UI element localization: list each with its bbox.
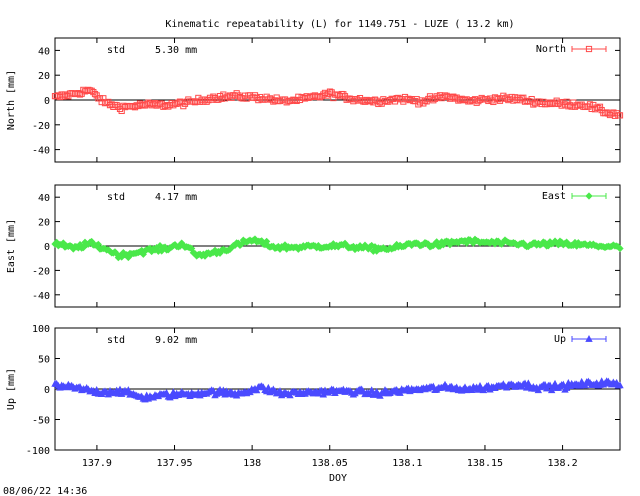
- y-tick-label: -20: [32, 121, 50, 132]
- y-tick-label: 0: [44, 96, 50, 107]
- x-tick-label: 138.15: [467, 458, 503, 469]
- x-tick-label: 138.1: [392, 458, 422, 469]
- y-axis-label: North [mm]: [6, 70, 17, 130]
- x-tick-label: 138.2: [548, 458, 578, 469]
- y-tick-label: 40: [38, 193, 50, 204]
- x-tick-label: 138: [243, 458, 261, 469]
- panels: 40 20 0 -20 -40 North [mm] std 5.30 mm North 40 20…: [6, 37, 624, 469]
- y-tick-label: 100: [32, 324, 50, 335]
- x-tick-label: 137.9: [82, 458, 112, 469]
- panel-north: 40 20 0 -20 -40 North [mm] std 5.30 mm North: [6, 37, 624, 163]
- data-point: [276, 97, 284, 105]
- y-tick-label: -100: [26, 446, 50, 457]
- legend-label: East: [542, 191, 566, 202]
- std-value: 4.17 mm: [155, 192, 197, 203]
- y-tick-label: -40: [32, 146, 50, 157]
- data-point: [475, 98, 482, 105]
- legend-marker: [585, 192, 593, 200]
- legend-label: North: [536, 44, 566, 55]
- data-point: [340, 91, 347, 98]
- std-value: 5.30 mm: [155, 45, 197, 56]
- y-tick-label: 20: [38, 218, 50, 229]
- legend-label: Up: [554, 334, 566, 345]
- data-point: [170, 102, 177, 109]
- data-point: [113, 102, 120, 109]
- y-tick-label: 0: [44, 385, 50, 396]
- panel-up: 100 50 0 -50 -100 137.9 137.95 138 138.05 138.1 13…: [6, 324, 624, 469]
- std-label: std: [107, 335, 125, 346]
- y-tick-label: 0: [44, 242, 50, 253]
- data-point: [351, 96, 359, 103]
- std-label: std: [107, 45, 125, 56]
- data-point: [555, 100, 562, 108]
- y-tick-label: 20: [38, 71, 50, 82]
- std-label: std: [107, 192, 125, 203]
- x-tick-label: 137.95: [156, 458, 192, 469]
- data-point: [415, 101, 422, 108]
- std-value: 9.02 mm: [155, 335, 197, 346]
- y-tick-label: 50: [38, 355, 50, 366]
- repeatability-chart: Kinematic repeatability (L) for 1149.751…: [3, 19, 624, 496]
- data-point: [411, 98, 419, 105]
- y-axis-label: East [mm]: [6, 219, 17, 273]
- panel-east: 40 20 0 -20 -40 East [mm] std 4.17 mm East: [6, 184, 624, 308]
- y-tick-label: -40: [32, 291, 50, 302]
- chart-title: Kinematic repeatability (L) for 1149.751…: [165, 19, 514, 30]
- y-tick-label: -20: [32, 266, 50, 277]
- y-axis-label: Up [mm]: [6, 368, 17, 410]
- x-tick-label: 138.05: [312, 458, 348, 469]
- data-point: [413, 96, 420, 103]
- timestamp: 08/06/22 14:36: [3, 486, 87, 496]
- y-tick-label: -50: [32, 416, 50, 427]
- y-tick-label: 40: [38, 46, 50, 57]
- data-point: [166, 101, 174, 109]
- x-axis-label: DOY: [329, 473, 347, 484]
